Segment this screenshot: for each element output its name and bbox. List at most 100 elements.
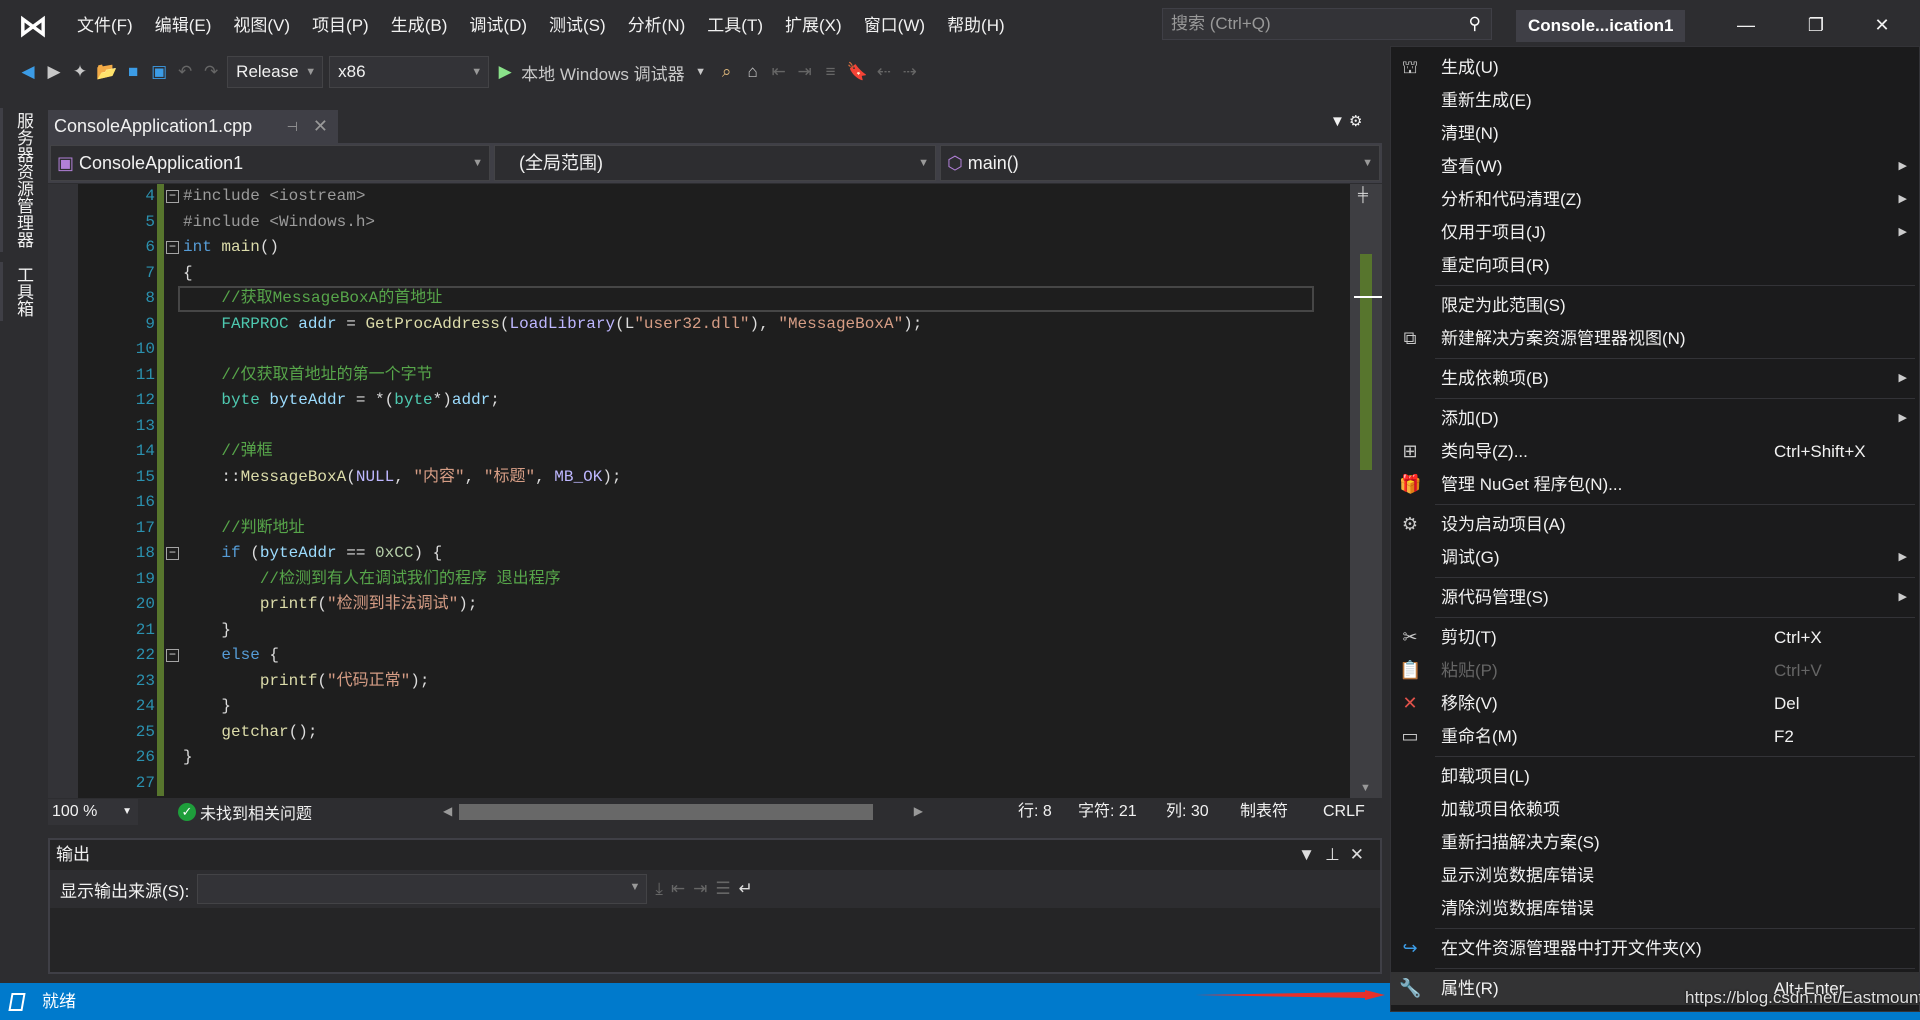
play-icon[interactable]: ▶ (495, 57, 515, 87)
code-line[interactable]: 20 printf("检测到非法调试"); (48, 592, 1348, 618)
find-message-icon[interactable]: ⤓ (655, 879, 663, 899)
code-line[interactable]: 12 byte byteAddr = *(byte*)addr; (48, 388, 1348, 414)
code-line[interactable]: 24 } (48, 694, 1348, 720)
minimize-button[interactable]: — (1716, 0, 1776, 50)
code-line[interactable]: 5 #include <Windows.h> (48, 209, 1348, 235)
pin-icon[interactable]: ⊣ (287, 110, 298, 143)
undo-icon[interactable]: ↶ (175, 57, 195, 87)
menu-item[interactable]: 扩展(X) (774, 0, 853, 52)
context-menu-item[interactable]: ↪ 在文件资源管理器中打开文件夹(X) (1391, 932, 1919, 965)
member-select[interactable]: ⬡ main() ▼ (940, 145, 1380, 181)
code-line[interactable]: 14 //弹框 (48, 439, 1348, 465)
indent-icon[interactable]: ⇤ (769, 57, 789, 87)
context-menu-item[interactable]: 源代码管理(S) ▶ (1391, 581, 1919, 614)
new-project-icon[interactable]: ✦ (70, 57, 90, 87)
menu-item[interactable]: 调试(D) (458, 0, 538, 52)
code-line[interactable]: 27 (48, 770, 1348, 796)
code-line[interactable]: 8 //获取MessageBoxA的首地址 (48, 286, 1348, 312)
context-menu-item[interactable]: 🎁 管理 NuGet 程序包(N)... (1391, 468, 1919, 501)
code-line[interactable]: 9 FARPROC addr = GetProcAddress(LoadLibr… (48, 311, 1348, 337)
code-line[interactable]: 16 (48, 490, 1348, 516)
comment-icon[interactable]: ≡ (821, 57, 841, 87)
collapse-icon[interactable]: − (166, 241, 179, 254)
code-line[interactable]: 21 } (48, 617, 1348, 643)
code-line[interactable]: 25 getchar(); (48, 719, 1348, 745)
menu-item[interactable]: 测试(S) (538, 0, 617, 52)
context-menu-item[interactable]: ⊞ 类向导(Z)... Ctrl+Shift+X (1391, 435, 1919, 468)
context-menu-item[interactable]: 📋 粘贴(P) Ctrl+V (1391, 654, 1919, 687)
scroll-down-icon[interactable]: ▼ (1360, 782, 1371, 794)
menu-item[interactable]: 项目(P) (301, 0, 380, 52)
collapse-icon[interactable]: − (166, 190, 179, 203)
context-menu-item[interactable]: 限定为此范围(S) (1391, 289, 1919, 322)
code-line[interactable]: 17 //判断地址 (48, 515, 1348, 541)
collapse-icon[interactable]: − (166, 649, 179, 662)
menu-item[interactable]: 分析(N) (617, 0, 697, 52)
gear-icon[interactable]: ⚙ (1349, 113, 1362, 130)
save-all-icon[interactable]: ▣ (149, 57, 169, 87)
next-message-icon[interactable]: ⇥ (693, 879, 707, 899)
context-menu-item[interactable]: 查看(W) ▶ (1391, 150, 1919, 183)
horizontal-scrollbar[interactable]: ◀ ▶ (443, 804, 923, 820)
back-icon[interactable]: ◀ (18, 57, 38, 87)
menu-item[interactable]: 生成(B) (380, 0, 459, 52)
zoom-select[interactable]: 100 % ▼ (48, 799, 138, 825)
clear-all-icon[interactable]: ☰ (715, 879, 730, 899)
menu-item[interactable]: 窗口(W) (853, 0, 936, 52)
code-line[interactable]: 19 //检测到有人在调试我们的程序 退出程序 (48, 566, 1348, 592)
search-input[interactable]: 搜索 (Ctrl+Q) ⚲ (1162, 8, 1492, 40)
context-menu-item[interactable]: 添加(D) ▶ (1391, 402, 1919, 435)
scroll-right-icon[interactable]: ▶ (914, 804, 923, 818)
code-line[interactable]: 11 //仅获取首地址的第一个字节 (48, 362, 1348, 388)
configuration-select[interactable]: Release ▼ (227, 56, 324, 88)
code-editor[interactable]: 4− #include <iostream> 5 #include <Windows.… (48, 184, 1382, 798)
context-menu-item[interactable]: ▭ 重命名(M) F2 (1391, 720, 1919, 753)
next-bookmark-icon[interactable]: ⇢ (900, 57, 920, 87)
code-line[interactable]: 7{ (48, 260, 1348, 286)
close-tab-icon[interactable]: ✕ (313, 110, 328, 143)
find-in-files-icon[interactable]: ⌕ (717, 57, 737, 87)
context-menu-item[interactable]: ⚙ 设为启动项目(A) (1391, 508, 1919, 541)
platform-select[interactable]: x86 ▼ (329, 56, 490, 88)
context-menu-item[interactable]: 重定向项目(R) (1391, 249, 1919, 282)
context-menu-item[interactable]: 卸载项目(L) (1391, 760, 1919, 793)
context-menu-item[interactable]: 重新生成(E) (1391, 84, 1919, 117)
issues-indicator[interactable]: ✓ 未找到相关问题 (178, 800, 312, 824)
context-menu-item[interactable]: 显示浏览数据库错误 (1391, 859, 1919, 892)
context-menu-item[interactable]: 清理(N) (1391, 117, 1919, 150)
menu-item[interactable]: 帮助(H) (936, 0, 1016, 52)
chevron-down-icon[interactable]: ▼ (1330, 113, 1345, 130)
open-file-icon[interactable]: 📂 (96, 57, 117, 87)
tabs-indicator[interactable]: 制表符 (1240, 798, 1288, 826)
menu-item[interactable]: 文件(F) (66, 0, 144, 52)
line-ending-indicator[interactable]: CRLF (1323, 798, 1365, 826)
horizontal-scroll-thumb[interactable] (459, 804, 873, 820)
home-icon[interactable]: ⌂ (743, 57, 763, 87)
outdent-icon[interactable]: ⇥ (795, 57, 815, 87)
code-line[interactable]: 4− #include <iostream> (48, 184, 1348, 210)
split-icon[interactable]: ╪ (1358, 186, 1368, 202)
context-menu-item[interactable]: 重新扫描解决方案(S) (1391, 826, 1919, 859)
scope-select[interactable]: (全局范围) ▼ (494, 145, 936, 181)
output-source-select[interactable]: ▼ (197, 874, 648, 904)
prev-bookmark-icon[interactable]: ⇠ (874, 57, 894, 87)
bookmark-icon[interactable]: 🔖 (847, 57, 868, 87)
prev-message-icon[interactable]: ⇤ (671, 879, 685, 899)
code-line[interactable]: 26} (48, 745, 1348, 771)
context-menu-item[interactable]: 仅用于项目(J) ▶ (1391, 216, 1919, 249)
context-menu-item[interactable]: 加载项目依赖项 (1391, 793, 1919, 826)
context-menu-item[interactable]: 分析和代码清理(Z) ▶ (1391, 183, 1919, 216)
close-button[interactable]: ✕ (1852, 0, 1912, 50)
forward-icon[interactable]: ▶ (44, 57, 64, 87)
pin-icon[interactable]: ⊥ (1325, 845, 1350, 864)
code-line[interactable]: 10 (48, 337, 1348, 363)
tab-consoleapplication1-cpp[interactable]: ConsoleApplication1.cpp ⊣ ✕ (48, 110, 338, 143)
close-icon[interactable]: ✕ (1350, 845, 1374, 864)
project-select[interactable]: ▣ ConsoleApplication1 ▼ (50, 145, 490, 181)
code-line[interactable]: 15 ::MessageBoxA(NULL, "内容", "标题", MB_OK… (48, 464, 1348, 490)
toolbox-tab[interactable]: 工具箱 (0, 262, 44, 321)
context-menu-item[interactable]: ✕ 移除(V) Del (1391, 687, 1919, 720)
visual-studio-logo-icon[interactable]: ⋈ (0, 0, 66, 52)
context-menu-item[interactable]: ✂ 剪切(T) Ctrl+X (1391, 621, 1919, 654)
chevron-down-icon[interactable]: ▼ (691, 57, 711, 87)
